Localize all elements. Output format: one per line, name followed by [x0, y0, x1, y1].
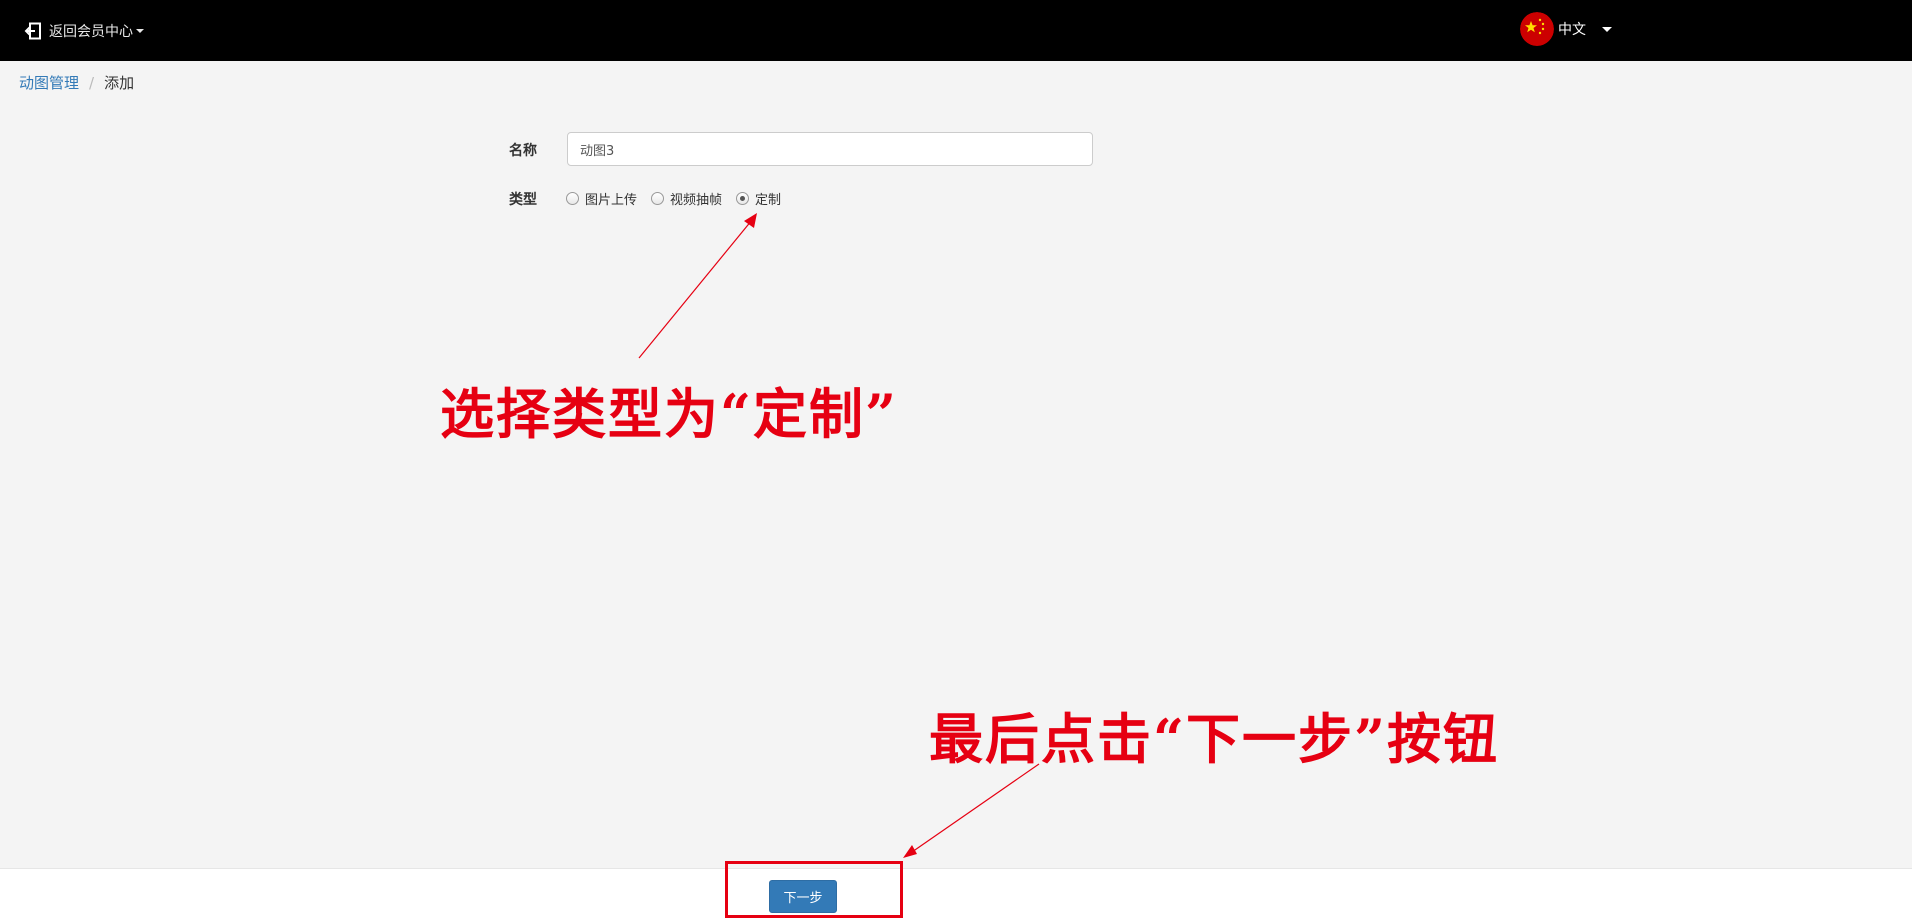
arrow-to-custom-option: [638, 219, 753, 359]
back-link-label: 返回会员中心: [49, 24, 133, 40]
radio-label: 视频抽帧: [670, 192, 723, 208]
caret-down-icon: [136, 29, 144, 33]
name-label: 名称: [509, 143, 537, 159]
type-label: 类型: [509, 192, 537, 208]
arrow-head-next: [903, 845, 917, 858]
back-to-member-center-dropdown[interactable]: 返回会员中心: [24, 20, 144, 42]
next-step-button[interactable]: 下一步: [769, 880, 837, 913]
language-dropdown[interactable]: 中文: [1520, 12, 1612, 46]
annotation-click-next: 最后点击“下一步”按钮: [929, 707, 1500, 771]
breadcrumb-current: 添加: [104, 74, 135, 92]
type-radio-group: 图片上传 视频抽帧 定制: [566, 188, 795, 208]
radio-button[interactable]: [651, 191, 665, 205]
china-flag-icon: [1520, 12, 1554, 46]
breadcrumb-separator: /: [89, 73, 95, 92]
top-navbar: 返回会员中心 中文: [0, 0, 1912, 61]
arrow-head-custom: [744, 213, 757, 228]
radio-label: 定制: [755, 192, 782, 208]
language-label: 中文: [1558, 22, 1586, 38]
caret-down-icon: [1602, 26, 1612, 32]
name-input[interactable]: [567, 132, 1093, 166]
breadcrumb-gif-management-link[interactable]: 动图管理: [19, 72, 79, 93]
type-option-image-upload[interactable]: 图片上传: [566, 189, 637, 208]
breadcrumb: 动图管理 / 添加: [19, 72, 134, 93]
radio-button[interactable]: [566, 191, 579, 205]
sign-out-icon: [24, 22, 41, 40]
type-option-custom[interactable]: 定制: [736, 189, 781, 208]
arrow-to-next-button: [911, 763, 1040, 853]
radio-button-selected[interactable]: [736, 191, 750, 205]
annotation-select-type: 选择类型为“定制”: [440, 382, 899, 446]
footer-action-bar: [0, 868, 1912, 923]
radio-label: 图片上传: [585, 192, 638, 208]
type-option-video-frames[interactable]: 视频抽帧: [651, 189, 722, 208]
